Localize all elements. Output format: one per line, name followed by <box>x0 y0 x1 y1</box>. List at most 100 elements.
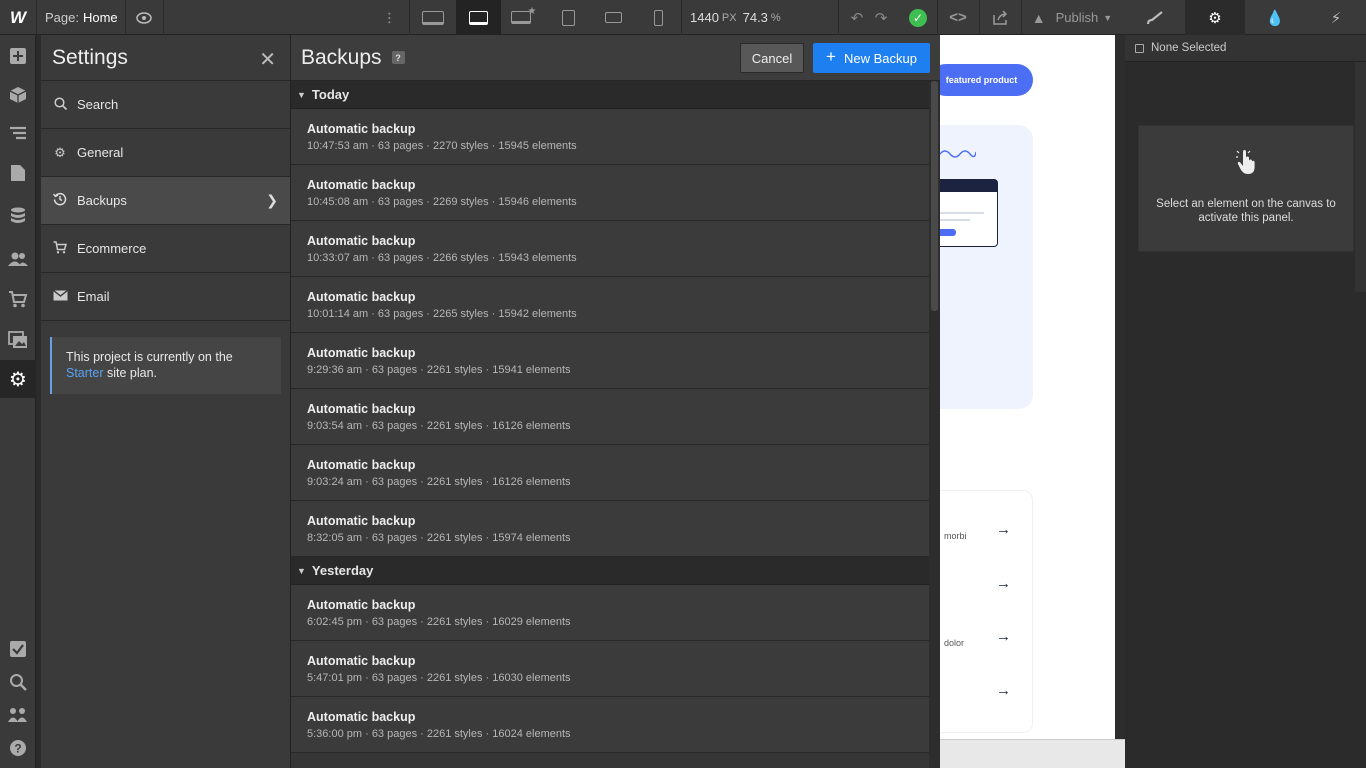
settings-item-backups[interactable]: Backups ❯ <box>41 177 290 225</box>
assets-icon[interactable] <box>0 321 36 359</box>
backups-scrollbar[interactable] <box>929 81 940 768</box>
backups-panel: Backups ? Cancel + New Backup ▼ Today Au… <box>291 35 940 768</box>
width-unit: PX <box>721 11 737 24</box>
group-header-yesterday[interactable]: ▼ Yesterday <box>291 557 940 585</box>
components-icon[interactable] <box>0 76 36 114</box>
plan-text-suffix: site plan. <box>107 366 158 380</box>
style-manager-drops-icon[interactable]: 💧 <box>1245 0 1305 35</box>
more-dots-icon[interactable]: ··· <box>378 0 400 35</box>
code-export-icon[interactable]: <> <box>942 0 974 35</box>
redo-icon[interactable]: ↷ <box>869 0 893 35</box>
backup-meta: 9:03:24 am · 63 pages · 2261 styles · 16… <box>307 476 571 488</box>
caret-down-icon: ▼ <box>297 89 306 100</box>
settings-icon[interactable]: ⚙ <box>0 360 36 398</box>
wave-decoration-icon <box>940 143 977 166</box>
backup-row[interactable]: Automatic backup 9:03:54 am · 63 pages · … <box>291 389 940 445</box>
backup-row[interactable]: Automatic backup 9:03:24 am · 63 pages · … <box>291 445 940 501</box>
group-header-today[interactable]: ▼ Today <box>291 81 940 109</box>
svg-text:?: ? <box>14 742 21 756</box>
backup-row[interactable]: Automatic backup 5:36:00 pm · 63 pages · … <box>291 697 940 753</box>
canvas-text-dolor: dolor <box>944 638 965 648</box>
arrow-right-icon[interactable]: → <box>996 682 1011 699</box>
saved-status-icon: ✓ <box>905 0 931 35</box>
element-settings-gear-icon[interactable]: ⚙ <box>1185 0 1245 35</box>
browser-window-illustration <box>940 179 998 247</box>
mobile-portrait-icon[interactable] <box>636 0 681 35</box>
backups-header: Backups ? Cancel + New Backup <box>291 35 940 81</box>
backups-title: Backups <box>301 45 382 69</box>
scrollbar-thumb[interactable] <box>931 81 938 311</box>
backup-meta: 10:33:07 am · 63 pages · 2266 styles · 1… <box>307 252 577 264</box>
canvas-featured-pill[interactable]: featured product <box>940 64 1033 96</box>
backup-row[interactable]: Automatic backup 10:47:53 am · 63 pages ·… <box>291 109 940 165</box>
arrow-right-icon[interactable]: → <box>996 628 1011 645</box>
panel-scrollbar[interactable] <box>1355 62 1366 292</box>
desktop-large-icon[interactable] <box>410 0 455 35</box>
settings-item-label: Backups <box>77 193 127 208</box>
undo-icon[interactable]: ↶ <box>845 0 869 35</box>
arrow-right-icon[interactable]: → <box>996 521 1011 538</box>
share-icon[interactable] <box>984 0 1016 35</box>
backup-row[interactable]: Automatic backup 5:47:01 pm · 63 pages · … <box>291 641 940 697</box>
divider <box>979 0 980 35</box>
close-icon[interactable]: ✕ <box>259 47 276 72</box>
pages-icon[interactable] <box>0 154 36 192</box>
canvas-list-card[interactable] <box>940 490 1033 733</box>
help-icon[interactable]: ? <box>0 729 36 767</box>
canvas-text-morbi: morbi <box>944 531 967 541</box>
canvas-hero-card[interactable] <box>940 125 1033 409</box>
settings-item-label: General <box>77 145 124 160</box>
cancel-button[interactable]: Cancel <box>740 43 804 73</box>
arrow-right-icon[interactable]: → <box>996 575 1011 592</box>
backup-row[interactable]: Automatic backup 10:33:07 am · 63 pages ·… <box>291 221 940 277</box>
plus-icon: + <box>826 47 836 66</box>
width-value: 1440 <box>690 10 719 25</box>
tablet-icon[interactable] <box>546 0 591 35</box>
group-label: Yesterday <box>311 563 374 578</box>
backup-row[interactable]: Automatic backup 6:02:45 pm · 63 pages · … <box>291 585 940 641</box>
backup-title: Automatic backup <box>307 514 416 528</box>
help-icon[interactable]: ? <box>391 51 405 64</box>
interactions-bolt-icon[interactable]: ⚡ <box>1306 0 1366 35</box>
backup-row[interactable]: Automatic backup 10:01:14 am · 63 pages ·… <box>291 277 940 333</box>
divider <box>838 0 839 35</box>
element-settings-panel: None Selected Select an element on the c… <box>1125 35 1366 768</box>
publish-button[interactable]: ▲ Publish ▼ <box>1022 0 1122 35</box>
backup-meta: 5:36:00 pm · 63 pages · 2261 styles · 16… <box>307 728 571 740</box>
desktop-icon[interactable] <box>456 0 501 35</box>
design-canvas[interactable]: featured product morbi dolor → → → → <box>940 35 1125 768</box>
add-icon[interactable] <box>0 37 36 75</box>
selection-indicator[interactable]: None Selected <box>1125 35 1366 62</box>
settings-item-search[interactable]: Search <box>41 81 290 129</box>
new-backup-button[interactable]: + New Backup <box>813 43 930 73</box>
zoom-value: 74.3 <box>742 10 768 25</box>
new-backup-label: New Backup <box>843 50 917 66</box>
style-brush-icon[interactable] <box>1125 0 1185 35</box>
page-label: Page: <box>45 10 79 25</box>
backup-row[interactable]: Automatic backup 9:29:36 am · 63 pages · … <box>291 333 940 389</box>
group-label: Today <box>311 87 350 102</box>
page-selector[interactable]: Page: Home <box>36 0 125 35</box>
ecommerce-icon[interactable] <box>0 280 36 318</box>
backup-title: Automatic backup <box>307 402 416 416</box>
backup-row[interactable]: Automatic backup 8:32:05 am · 63 pages · … <box>291 501 940 557</box>
mobile-landscape-icon[interactable] <box>591 0 636 35</box>
laptop-star-icon[interactable]: ★ <box>501 0 546 35</box>
selection-label: None Selected <box>1151 42 1227 54</box>
users-icon[interactable] <box>0 240 36 278</box>
backup-title: Automatic backup <box>307 458 416 472</box>
history-icon <box>52 192 67 209</box>
settings-item-email[interactable]: Email <box>41 273 290 321</box>
preview-eye-icon[interactable] <box>125 0 163 35</box>
settings-item-ecommerce[interactable]: Ecommerce <box>41 225 290 273</box>
cms-icon[interactable] <box>0 197 36 235</box>
navigator-icon[interactable] <box>0 115 36 153</box>
backup-title: Automatic backup <box>307 290 416 304</box>
backup-row[interactable]: Automatic backup 10:45:08 am · 63 pages ·… <box>291 165 940 221</box>
plan-link[interactable]: Starter <box>66 366 104 380</box>
settings-item-label: Search <box>77 97 119 112</box>
settings-item-general[interactable]: ⚙ General <box>41 129 290 177</box>
webflow-logo[interactable]: W <box>0 0 36 35</box>
site-plan-notice: This project is currently on the Starter… <box>50 337 281 394</box>
chevron-down-icon: ▼ <box>1103 12 1113 23</box>
